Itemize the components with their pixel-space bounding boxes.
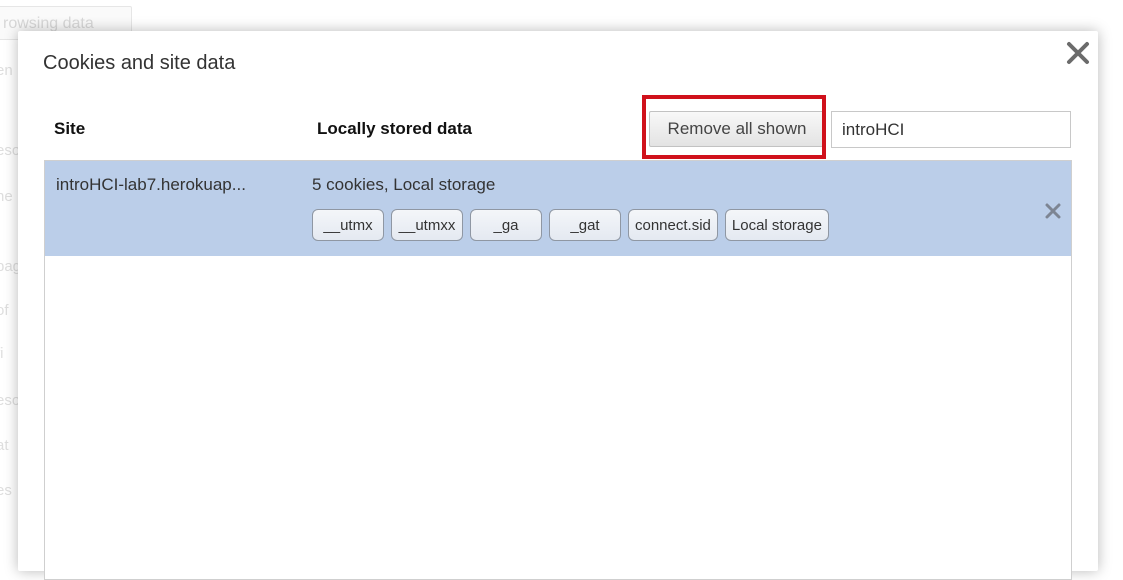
cookie-chip-connect-sid[interactable]: connect.sid xyxy=(628,209,718,241)
background-text-fragment: es xyxy=(0,482,12,499)
remove-site-button[interactable] xyxy=(1041,199,1065,223)
cookie-chip-ga[interactable]: _ga xyxy=(470,209,542,241)
site-row[interactable]: introHCI-lab7.herokuap... 5 cookies, Loc… xyxy=(45,161,1071,256)
dialog-title: Cookies and site data xyxy=(43,52,236,74)
close-icon xyxy=(1045,203,1061,219)
background-text-fragment: ne xyxy=(0,188,13,205)
cookie-chip-utmx[interactable]: __utmx xyxy=(312,209,384,241)
local-storage-chip[interactable]: Local storage xyxy=(724,209,829,241)
site-name: introHCI-lab7.herokuap... xyxy=(56,175,246,194)
background-text-fragment: at xyxy=(0,437,9,454)
site-data-list[interactable]: introHCI-lab7.herokuap... 5 cookies, Loc… xyxy=(44,160,1072,580)
stored-data-items: __utmx __utmxx _ga _gat connect.sid Loca… xyxy=(312,209,829,241)
background-text-fragment: of xyxy=(0,302,9,319)
close-icon xyxy=(1067,42,1089,64)
annotation-highlight-box xyxy=(642,95,826,159)
cookie-chip-gat[interactable]: _gat xyxy=(549,209,621,241)
site-column-header: Site xyxy=(54,119,86,138)
cookies-dialog: Cookies and site data Site Locally store… xyxy=(18,31,1098,580)
cookie-chip-utmxx[interactable]: __utmxx xyxy=(391,209,463,241)
locally-stored-data-column-header: Locally stored data xyxy=(317,119,472,138)
background-text-fragment: fi xyxy=(0,345,4,362)
site-data-summary: 5 cookies, Local storage xyxy=(312,175,496,194)
background-text-fragment: en xyxy=(0,62,13,79)
dialog-close-button[interactable] xyxy=(1064,39,1092,67)
search-cookies-input[interactable] xyxy=(831,111,1071,148)
